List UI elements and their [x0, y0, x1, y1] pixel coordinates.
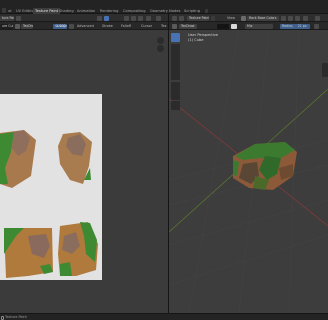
overlay-icon[interactable] — [124, 15, 129, 21]
fake-user-icon[interactable] — [281, 15, 286, 21]
uv-image-field[interactable]: ure Cubo — [0, 23, 13, 29]
3d-viewport[interactable]: User Perspective (1) Cube — [169, 30, 328, 313]
radius-pressure-icon[interactable] — [314, 23, 319, 29]
viewport-view-name: User Perspective — [188, 33, 219, 37]
uv-brush-field[interactable]: TexDraw — [21, 23, 33, 29]
uv-editor-header: ture Paint — [0, 14, 168, 22]
new-brush-icon[interactable] — [288, 15, 293, 21]
fill-tool-icon[interactable] — [171, 71, 180, 80]
uv-strength-readout: 1.000 — [56, 23, 66, 28]
brush-options-icon[interactable] — [295, 15, 300, 21]
color-sample-tool-icon[interactable] — [171, 91, 180, 100]
menu-view[interactable]: View — [227, 16, 235, 21]
new-image-icon[interactable] — [131, 15, 136, 21]
viewport-header: Texture Paint View Rock Base Colors — [169, 14, 328, 22]
brush-name-field[interactable]: Rock Base Colors — [247, 15, 279, 21]
uv-tool-settings: ure Cubo TexDraw Strength 1.000 1.000 Ad… — [0, 22, 168, 30]
dropdown-arrow-icon[interactable] — [211, 15, 215, 21]
navigation-gizmo-handle[interactable] — [322, 63, 328, 77]
viewport-tool-settings: TexDraw Mix Radius 21 px — [169, 22, 328, 30]
viewport-toolbar — [170, 32, 182, 112]
uv-editor-type-dropdown[interactable]: ture Paint — [0, 15, 14, 21]
color-swatch[interactable] — [217, 23, 229, 29]
uv-texture-image[interactable] — [0, 94, 102, 280]
zoom-icon[interactable] — [157, 37, 164, 44]
menu-falloff[interactable]: Falloff — [121, 24, 131, 29]
radius-label: Radius — [282, 23, 293, 28]
blend-mode-dropdown[interactable]: Mix — [245, 23, 273, 29]
viewport-brush-field[interactable]: TexDraw — [179, 23, 197, 29]
editor-type-icon[interactable] — [172, 15, 177, 21]
annotate-tool-icon[interactable] — [171, 101, 180, 110]
symmetry-icon[interactable] — [303, 15, 308, 21]
header-options-icon[interactable] — [156, 15, 161, 21]
pan-hand-icon[interactable] — [157, 45, 164, 52]
paint-mode-icon[interactable] — [104, 15, 109, 21]
smear-tool-icon[interactable] — [171, 53, 180, 62]
viewport-object-name: (1) Cube — [188, 38, 204, 42]
radius-value: 21 px — [297, 23, 307, 28]
open-image-icon[interactable] — [138, 15, 143, 21]
status-bar: Texture Paint — [0, 313, 328, 320]
painted-rock-object — [233, 142, 297, 190]
color-picker-icon[interactable] — [231, 23, 237, 29]
pin-icon[interactable] — [146, 15, 151, 21]
brush-icon[interactable] — [15, 23, 20, 29]
status-text: Texture Paint — [5, 315, 27, 319]
brush-tool-icon[interactable] — [172, 23, 177, 29]
paint-brush-mode-icon[interactable] — [179, 15, 184, 21]
soften-tool-icon[interactable] — [171, 44, 180, 53]
menu-stroke[interactable]: Stroke — [102, 24, 113, 29]
workspace-topbar: ut UV Editing Texture Paint Shading Anim… — [0, 0, 328, 14]
pressure-icon[interactable] — [69, 23, 74, 29]
image-icon[interactable] — [97, 15, 102, 21]
mask-tool-icon[interactable] — [171, 82, 180, 91]
viewport-scene[interactable] — [169, 30, 328, 313]
radius-slider[interactable]: Radius 21 px — [280, 23, 310, 29]
brush-preview-icon[interactable] — [241, 15, 246, 21]
viewport-options-icon[interactable] — [315, 15, 320, 21]
view-icon[interactable] — [16, 15, 21, 21]
menu-advanced[interactable]: Advanced — [77, 24, 94, 29]
add-workspace-icon[interactable] — [205, 9, 208, 13]
menu-tex[interactable]: Tex — [161, 24, 167, 29]
draw-brush-tool-icon[interactable] — [171, 33, 180, 42]
clone-tool-icon[interactable] — [171, 62, 180, 71]
uv-island-bottom-right-grass2 — [60, 262, 72, 276]
status-mouse-icon — [1, 315, 4, 320]
uv-editor-canvas[interactable] — [0, 30, 168, 313]
menu-cursor[interactable]: Cursor — [141, 24, 152, 29]
viewport-mode-dropdown[interactable]: Texture Paint — [187, 15, 209, 21]
